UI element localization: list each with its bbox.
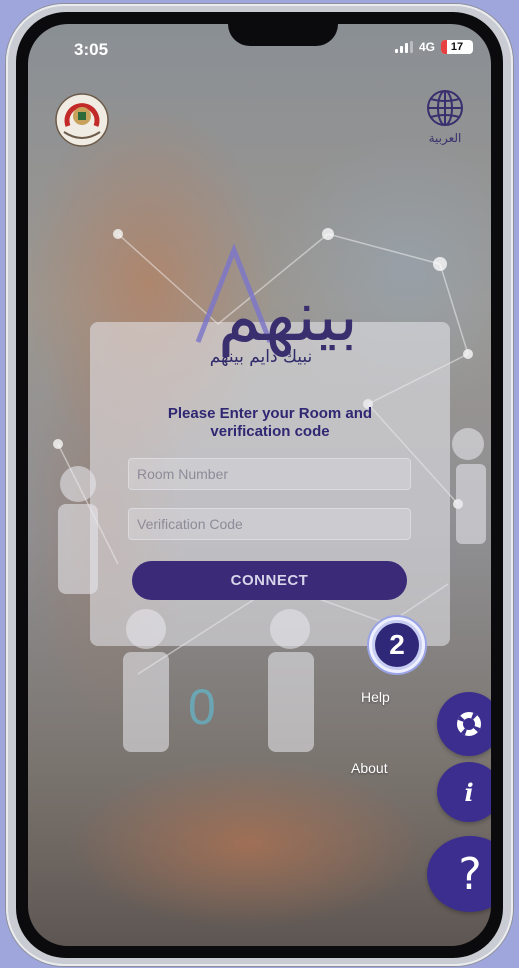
info-icon: i <box>464 777 474 807</box>
battery-icon: 17 <box>441 40 473 54</box>
room-number-input[interactable] <box>128 458 411 490</box>
language-switch[interactable]: العربية <box>419 88 471 145</box>
app-screen: 0 3:05 4G 17 العربية بينهم نبيك دايم بين… <box>28 24 491 946</box>
help-label: Help <box>361 689 390 705</box>
notch <box>228 24 338 46</box>
svg-text:0: 0 <box>188 679 216 735</box>
globe-icon <box>427 90 463 126</box>
instruction-line-2: verification code <box>210 423 330 440</box>
signal-icon <box>394 41 413 53</box>
verification-code-input[interactable] <box>128 508 411 540</box>
medical-emblem-icon <box>55 93 109 147</box>
status-time: 3:05 <box>74 40 109 59</box>
brand-tagline: نبيك دايم بينهم <box>209 347 313 367</box>
lifebuoy-icon <box>457 712 481 736</box>
connect-button[interactable]: CONNECT <box>132 561 407 600</box>
about-label: About <box>351 760 388 776</box>
step-number: 2 <box>375 623 419 667</box>
login-instruction: Please Enter your Room and verification … <box>90 405 450 441</box>
question-icon: ? <box>458 848 482 900</box>
instruction-line-1: Please Enter your Room and <box>167 405 373 422</box>
network-label: 4G <box>418 40 435 54</box>
language-label: العربية <box>428 131 462 145</box>
step-marker-badge: 2 <box>369 617 425 673</box>
status-icons: 4G 17 <box>394 40 473 54</box>
brand-name: بينهم <box>218 275 359 357</box>
battery-level: 17 <box>450 41 464 53</box>
